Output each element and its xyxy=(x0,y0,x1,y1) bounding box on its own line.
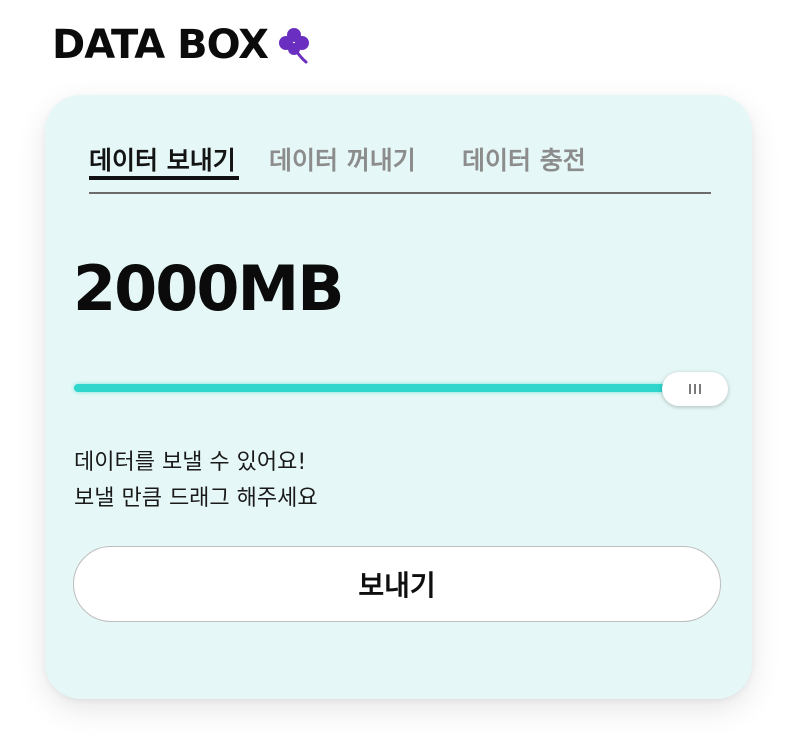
instruction-line-1: 데이터를 보낼 수 있어요! xyxy=(74,450,307,475)
tab-send-data[interactable]: 데이터 보내기 xyxy=(89,141,239,180)
instruction-line-2: 보낼 만큼 드래그 해주세요 xyxy=(74,486,318,511)
brand-title: DATA BOX xyxy=(52,22,269,68)
active-tab-indicator xyxy=(89,176,239,180)
tab-charge-data-label: 데이터 충전 xyxy=(462,146,586,175)
grip-icon xyxy=(689,384,701,394)
data-box-card: 데이터 보내기 데이터 꺼내기 데이터 충전 2000MB 데이터를 보낼 수 … xyxy=(45,95,752,699)
amount-slider-thumb[interactable] xyxy=(662,372,728,406)
data-amount: 2000MB xyxy=(73,252,345,325)
amount-slider-fill xyxy=(74,384,672,392)
brand-header: DATA BOX xyxy=(52,20,312,70)
amount-slider-track[interactable] xyxy=(74,384,672,392)
instruction-text: 데이터를 보낼 수 있어요! 보낼 만큼 드래그 해주세요 xyxy=(74,445,318,517)
tab-charge-data[interactable]: 데이터 충전 xyxy=(462,141,586,177)
tab-withdraw-data[interactable]: 데이터 꺼내기 xyxy=(269,141,416,177)
send-button[interactable]: 보내기 xyxy=(73,546,721,622)
tab-withdraw-data-label: 데이터 꺼내기 xyxy=(269,146,416,175)
tab-bar: 데이터 보내기 데이터 꺼내기 데이터 충전 xyxy=(89,135,711,194)
tab-send-data-label: 데이터 보내기 xyxy=(89,146,236,175)
clover-icon xyxy=(279,28,310,64)
